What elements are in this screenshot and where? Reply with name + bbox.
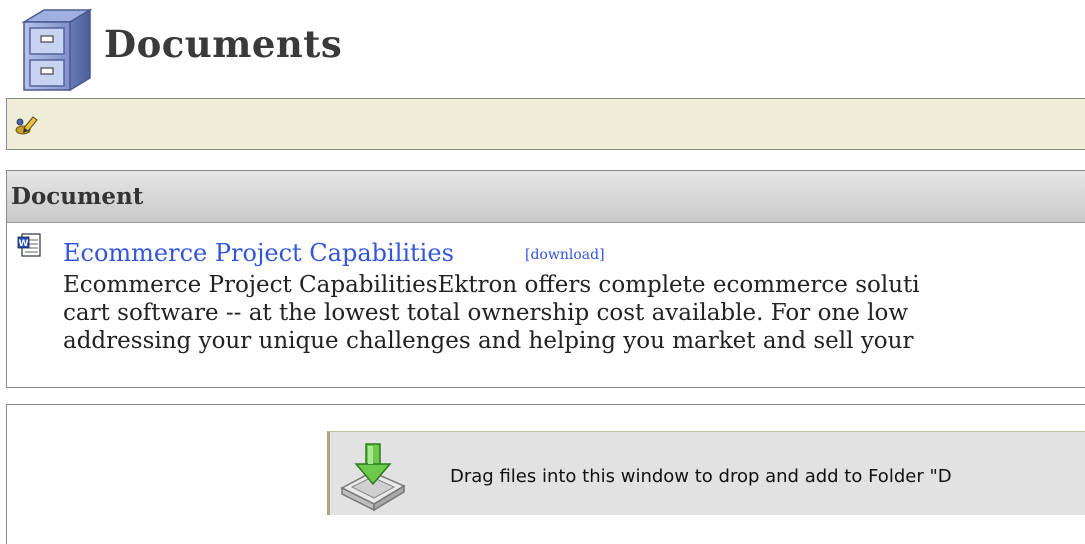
document-title-link[interactable]: Ecommerce Project Capabilities (63, 239, 454, 267)
document-column-header[interactable]: Document (7, 171, 1085, 223)
drop-panel: Drag files into this window to drop and … (6, 404, 1085, 544)
document-column-label: Document (11, 183, 144, 210)
page-header: Documents (0, 0, 1085, 96)
toolbar (6, 98, 1085, 150)
description-line: cart software -- at the lowest total own… (63, 300, 909, 326)
drop-zone-label: Drag files into this window to drop and … (450, 466, 952, 487)
download-tray-icon (340, 443, 406, 512)
description-line: addressing your unique challenges and he… (63, 328, 914, 354)
file-drop-zone[interactable]: Drag files into this window to drop and … (327, 431, 1085, 515)
page-title: Documents (104, 22, 343, 66)
document-list: Document W Ecommerce Project Capabilitie… (6, 170, 1085, 388)
svg-text:W: W (19, 239, 29, 249)
description-line: Ecommerce Project CapabilitiesEktron off… (63, 272, 920, 298)
edit-pencil-icon[interactable] (15, 114, 39, 136)
word-document-icon[interactable]: W (17, 233, 43, 259)
document-description: Ecommerce Project CapabilitiesEktron off… (63, 271, 1085, 355)
file-cabinet-icon (21, 8, 93, 92)
download-link[interactable]: [download] (525, 247, 605, 263)
